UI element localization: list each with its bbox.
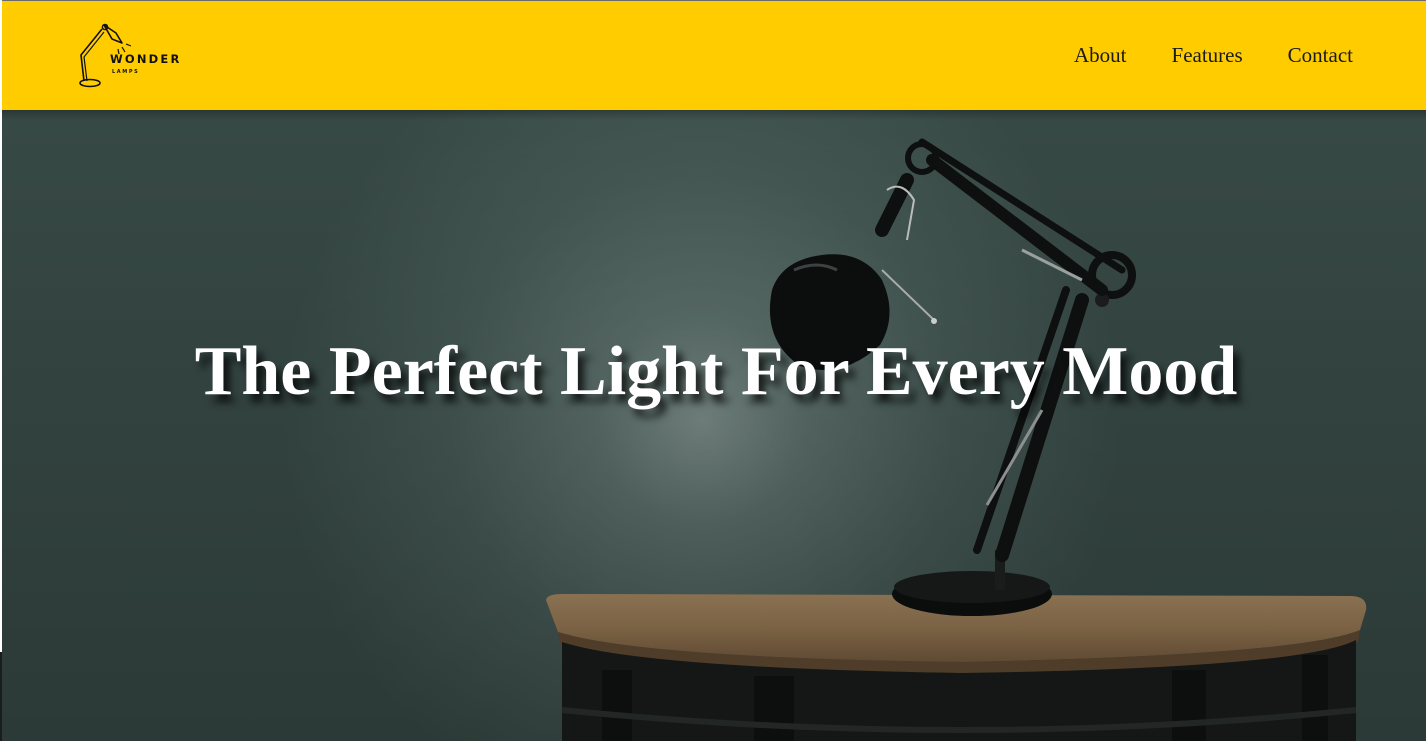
main-nav: About Features Contact <box>1074 41 1353 69</box>
left-edge-dark <box>0 652 2 741</box>
logo[interactable]: WONDER LAMPS <box>78 19 198 91</box>
left-edge <box>0 0 2 741</box>
logo-subtitle: LAMPS <box>112 69 140 75</box>
logo-wordmark: WONDER <box>110 52 182 66</box>
header-shadow <box>2 110 1426 120</box>
nav-link-features[interactable]: Features <box>1172 41 1243 69</box>
hero-title: The Perfect Light For Every Mood <box>194 333 1238 410</box>
hero-section: The Perfect Light For Every Mood <box>2 110 1426 741</box>
page: WONDER LAMPS About Features Contact The … <box>0 0 1426 741</box>
site-header: WONDER LAMPS About Features Contact <box>2 1 1426 110</box>
nav-link-about[interactable]: About <box>1074 41 1127 69</box>
hero-background-image <box>2 110 1426 741</box>
nav-link-contact[interactable]: Contact <box>1288 41 1353 69</box>
